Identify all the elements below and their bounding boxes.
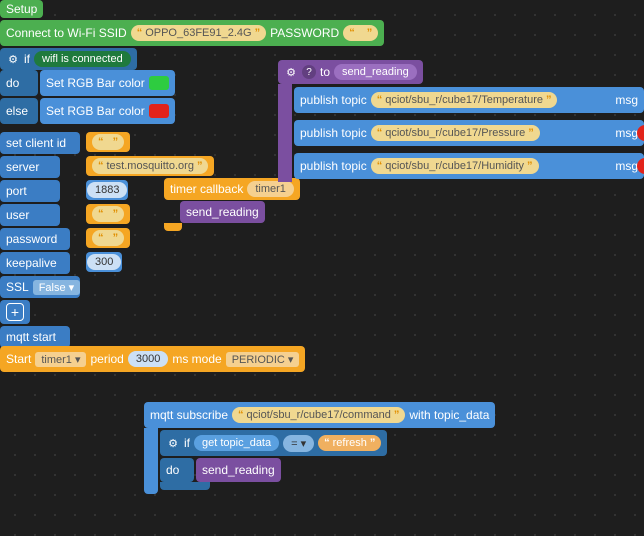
- get-topic-data[interactable]: get topic_data: [194, 435, 279, 451]
- timer-mode[interactable]: PERIODIC ▾: [226, 352, 300, 367]
- publish-1[interactable]: publish topic “qciot/sbu_r/cube17/Pressu…: [294, 120, 644, 146]
- user-label: user: [0, 204, 60, 226]
- ssl-label: SSL False ▾: [0, 276, 80, 298]
- color-swatch-red[interactable]: [149, 104, 169, 118]
- mqtt-subscribe[interactable]: mqtt subscribe “qciot/sbu_r/cube17/comma…: [144, 402, 495, 428]
- mqtt-add[interactable]: +: [0, 300, 30, 324]
- msg-getter-2[interactable]: G: [637, 158, 644, 174]
- wifi-connected-cond[interactable]: wifl is connected: [34, 51, 131, 67]
- fn-body-bar: [278, 84, 292, 182]
- password-val[interactable]: “ ”: [86, 228, 130, 248]
- gear-icon[interactable]: ⚙: [284, 65, 298, 79]
- fn-header[interactable]: ⚙ ? to send_reading: [278, 60, 423, 84]
- gear-icon[interactable]: ⚙: [166, 436, 180, 450]
- sub-body-bar: [144, 428, 158, 494]
- ssl-dropdown[interactable]: False ▾: [33, 280, 80, 295]
- timer-cb-fn[interactable]: send_reading: [180, 201, 265, 223]
- sub-if-foot: [160, 482, 210, 490]
- plus-icon: +: [6, 303, 24, 321]
- setup-label: Setup: [6, 2, 37, 16]
- port-val[interactable]: 1883: [86, 180, 128, 200]
- timer-name[interactable]: timer1 ▾: [35, 352, 86, 367]
- user-val[interactable]: “ ”: [86, 204, 130, 224]
- keepalive-val[interactable]: 300: [86, 252, 122, 272]
- wifi-label: Connect to Wi-Fi SSID: [6, 26, 127, 40]
- setup-block[interactable]: Setup: [0, 0, 43, 18]
- server-label: server: [0, 156, 60, 178]
- wifi-password-label: PASSWORD: [270, 26, 339, 40]
- wifi-block[interactable]: Connect to Wi-Fi SSID “OPPO_63FE91_2.4G”…: [0, 20, 384, 46]
- publish-0[interactable]: publish topic “qciot/sbu_r/cube17/Temper…: [294, 87, 644, 113]
- password-label: password: [0, 228, 70, 250]
- wifi-ssid-field[interactable]: “OPPO_63FE91_2.4G”: [131, 25, 266, 41]
- if-label: if: [24, 52, 30, 66]
- sub-do: do: [160, 458, 194, 482]
- help-icon[interactable]: ?: [302, 65, 316, 79]
- topic-1[interactable]: “qciot/sbu_r/cube17/Pressure”: [371, 125, 540, 141]
- server-val[interactable]: “test.mosquitto.org”: [86, 156, 214, 176]
- else-label: else: [0, 98, 38, 124]
- port-label: port: [0, 180, 60, 202]
- start-timer[interactable]: Start timer1 ▾ period 3000 ms mode PERIO…: [0, 346, 305, 372]
- sub-if[interactable]: ⚙ if get topic_data = ▾ “refresh”: [160, 430, 387, 456]
- keepalive-label: keepalive: [0, 252, 70, 274]
- client-id-label: set client id: [0, 132, 80, 154]
- timer-cb-foot: [164, 223, 182, 231]
- refresh-str[interactable]: “refresh”: [318, 435, 381, 451]
- set-rgb-true[interactable]: Set RGB Bar color: [40, 70, 175, 96]
- wifi-password-field[interactable]: “ ”: [343, 25, 378, 41]
- gear-icon[interactable]: ⚙: [6, 52, 20, 66]
- topic-0[interactable]: “qciot/sbu_r/cube17/Temperature”: [371, 92, 558, 108]
- sub-call[interactable]: send_reading: [196, 458, 281, 482]
- color-swatch-green[interactable]: [149, 76, 169, 90]
- eq-op[interactable]: = ▾: [283, 435, 314, 452]
- fn-name[interactable]: send_reading: [334, 64, 417, 80]
- publish-2[interactable]: publish topic “qciot/sbu_r/cube17/Humidi…: [294, 153, 644, 179]
- msg-getter-1[interactable]: G: [637, 125, 644, 141]
- timer-cb-name[interactable]: timer1: [247, 181, 294, 197]
- do-label: do: [0, 70, 38, 96]
- if-header[interactable]: ⚙ if wifl is connected: [0, 48, 137, 70]
- mqtt-start[interactable]: mqtt start: [0, 326, 70, 348]
- set-rgb-false[interactable]: Set RGB Bar color: [40, 98, 175, 124]
- client-id-val[interactable]: “ ”: [86, 132, 130, 152]
- sub-topic[interactable]: “qciot/sbu_r/cube17/command”: [232, 407, 405, 423]
- timer-period[interactable]: 3000: [128, 351, 168, 367]
- topic-2[interactable]: “qciot/sbu_r/cube17/Humidity”: [371, 158, 539, 174]
